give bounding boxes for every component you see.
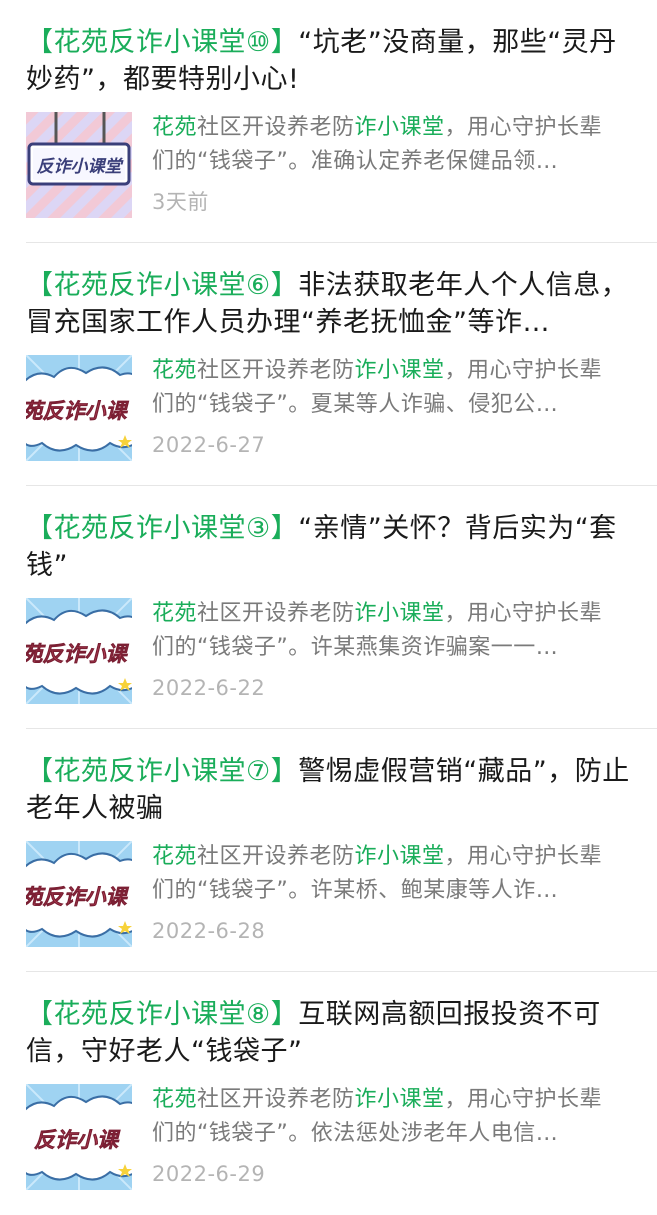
- article-thumbnail[interactable]: 苑反诈小课: [26, 355, 132, 461]
- article-item[interactable]: 【花苑反诈小课堂⑧】互联网高额回报投资不可信，守好老人“钱袋子” 反诈小课 花苑…: [0, 972, 657, 1215]
- article-snippet: 花苑社区开设养老防诈小课堂，用心守护长辈们的“钱袋子”。许某桥、鲍某康等人诈…: [152, 844, 603, 903]
- article-title-tag: 【花苑反诈小课堂⑩】: [26, 27, 299, 58]
- article-title[interactable]: 【花苑反诈小课堂⑦】警惕虚假营销“藏品”，防止老年人被骗: [26, 753, 631, 827]
- article-date: 3天前: [152, 190, 209, 214]
- article-snippet: 花苑社区开设养老防诈小课堂，用心守护长辈们的“钱袋子”。夏某等人诈骗、侵犯公…: [152, 358, 603, 417]
- article-title[interactable]: 【花苑反诈小课堂⑥】非法获取老年人个人信息，冒充国家工作人员办理“养老抚恤金”等…: [26, 267, 631, 341]
- article-list: 【花苑反诈小课堂⑩】“坑老”没商量，那些“灵丹妙药”，都要特别小心! 反诈小课堂…: [0, 0, 657, 1215]
- article-item[interactable]: 【花苑反诈小课堂⑩】“坑老”没商量，那些“灵丹妙药”，都要特别小心! 反诈小课堂…: [0, 0, 657, 243]
- article-title-tag: 【花苑反诈小课堂③】: [26, 513, 299, 544]
- anti-fraud-cloud-image: 苑反诈小课: [26, 355, 132, 461]
- article-date: 2022-6-29: [152, 1162, 266, 1186]
- article-title-tag: 【花苑反诈小课堂⑥】: [26, 270, 299, 301]
- article-date: 2022-6-27: [152, 433, 266, 457]
- anti-fraud-board-image: 反诈小课堂: [26, 112, 132, 218]
- article-title-tag: 【花苑反诈小课堂⑧】: [26, 999, 299, 1030]
- article-thumbnail[interactable]: 苑反诈小课: [26, 841, 132, 947]
- article-snippet: 花苑社区开设养老防诈小课堂，用心守护长辈们的“钱袋子”。准确认定养老保健品领…: [152, 115, 603, 174]
- thumbnail-text: 苑反诈小课: [26, 642, 129, 666]
- anti-fraud-cloud-image: 反诈小课: [26, 1084, 132, 1190]
- article-title[interactable]: 【花苑反诈小课堂③】“亲情”关怀？背后实为“套钱”: [26, 510, 631, 584]
- article-thumbnail[interactable]: 反诈小课: [26, 1084, 132, 1190]
- article-item[interactable]: 【花苑反诈小课堂③】“亲情”关怀？背后实为“套钱” 苑反诈小课 花苑社区开设养老…: [0, 486, 657, 729]
- article-title-tag: 【花苑反诈小课堂⑦】: [26, 756, 299, 787]
- article-snippet: 花苑社区开设养老防诈小课堂，用心守护长辈们的“钱袋子”。许某燕集资诈骗案一一…: [152, 601, 603, 660]
- article-snippet: 花苑社区开设养老防诈小课堂，用心守护长辈们的“钱袋子”。依法惩处涉老年人电信…: [152, 1087, 603, 1146]
- article-thumbnail[interactable]: 反诈小课堂: [26, 112, 132, 218]
- article-item[interactable]: 【花苑反诈小课堂⑥】非法获取老年人个人信息，冒充国家工作人员办理“养老抚恤金”等…: [0, 243, 657, 486]
- anti-fraud-cloud-image: 苑反诈小课: [26, 841, 132, 947]
- thumbnail-text: 反诈小课堂: [37, 157, 125, 177]
- article-date: 2022-6-22: [152, 676, 266, 700]
- anti-fraud-cloud-image: 苑反诈小课: [26, 598, 132, 704]
- thumbnail-text: 反诈小课: [34, 1128, 121, 1152]
- article-title[interactable]: 【花苑反诈小课堂⑧】互联网高额回报投资不可信，守好老人“钱袋子”: [26, 996, 631, 1070]
- article-title[interactable]: 【花苑反诈小课堂⑩】“坑老”没商量，那些“灵丹妙药”，都要特别小心!: [26, 24, 631, 98]
- article-date: 2022-6-28: [152, 919, 266, 943]
- article-thumbnail[interactable]: 苑反诈小课: [26, 598, 132, 704]
- thumbnail-text: 苑反诈小课: [26, 399, 129, 423]
- article-item[interactable]: 【花苑反诈小课堂⑦】警惕虚假营销“藏品”，防止老年人被骗 苑反诈小课 花苑社区开…: [0, 729, 657, 972]
- thumbnail-text: 苑反诈小课: [26, 885, 129, 909]
